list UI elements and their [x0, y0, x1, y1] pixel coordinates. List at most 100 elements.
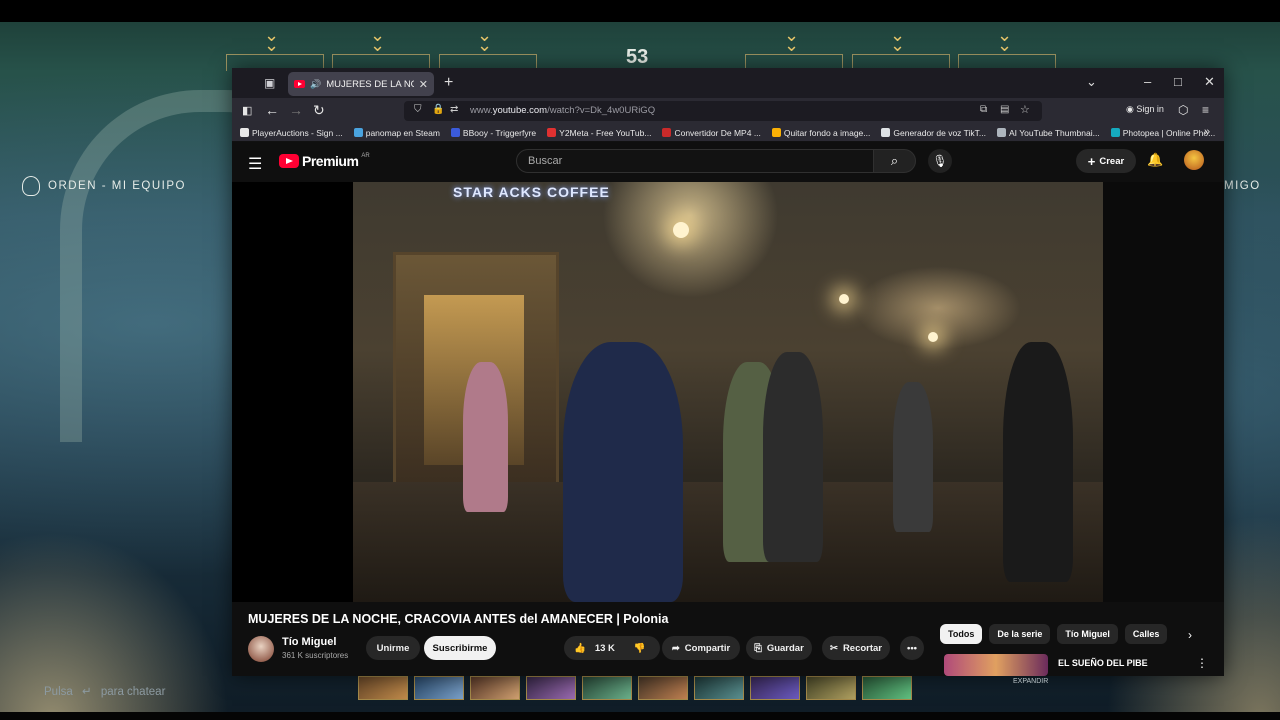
- champion-icon[interactable]: [750, 676, 800, 700]
- expand-label[interactable]: EXPANDIR: [1013, 678, 1048, 685]
- video-player[interactable]: STAR ACKS COFFEE: [232, 182, 1224, 602]
- menu-icon[interactable]: ≡: [1202, 103, 1209, 117]
- champion-icon[interactable]: [582, 676, 632, 700]
- tab-list-icon[interactable]: ▣: [264, 76, 278, 90]
- join-button[interactable]: Unirme: [366, 636, 420, 660]
- close-tab-icon[interactable]: ✕: [419, 78, 428, 91]
- bookmark-item[interactable]: Y2Meta - Free YouTub...: [547, 128, 651, 138]
- address-bar[interactable]: ⛉ 🔒 ⇄ www.youtube.com/watch?v=Dk_4w0URiG…: [404, 101, 1042, 121]
- chat-hint[interactable]: Pulsa ↵ para chatear: [44, 684, 165, 698]
- close-window-icon[interactable]: ✕: [1204, 74, 1215, 90]
- bookmark-item[interactable]: AI YouTube Thumbnai...: [996, 127, 1100, 138]
- voice-search-button[interactable]: 🎙: [928, 149, 952, 173]
- subscribe-button[interactable]: Suscribirme: [424, 636, 496, 660]
- share-label: Compartir: [684, 642, 731, 654]
- team-label: ORDEN - MI EQUIPO: [22, 176, 186, 196]
- filter-chip[interactable]: De la serie: [989, 624, 1051, 644]
- shield-icon[interactable]: ⛉: [414, 104, 422, 115]
- share-button[interactable]: ➦ Compartir: [662, 636, 740, 660]
- tab-youtube[interactable]: 🔊 MUJERES DE LA NOCHE, C ✕: [288, 72, 434, 96]
- subscribe-label: Suscribirme: [432, 642, 488, 654]
- recommended-thumbnail[interactable]: [944, 654, 1048, 676]
- scissors-icon: ✂: [829, 642, 838, 654]
- title-bar: ▣ 🔊 MUJERES DE LA NOCHE, C ✕ + ⌄ – □ ✕: [232, 68, 1224, 98]
- bookmark-favicon-icon: [240, 128, 249, 137]
- chevron-down-icon: ⌄ ⌄: [997, 25, 1012, 55]
- url-text[interactable]: www.youtube.com/watch?v=Dk_4w0URiGQ: [470, 105, 655, 116]
- create-button[interactable]: + Crear: [1076, 149, 1136, 173]
- recommended-title[interactable]: EL SUEÑO DEL PIBE: [1058, 658, 1148, 668]
- chevron-down-icon[interactable]: ⌄: [1086, 74, 1097, 90]
- bookmark-item[interactable]: panomap en Steam: [353, 128, 440, 138]
- youtube-premium-logo[interactable]: Premium AR: [279, 153, 370, 169]
- lock-icon[interactable]: 🔒: [432, 104, 444, 115]
- bookmark-item[interactable]: BBooy - Triggerfyre: [450, 127, 537, 138]
- champion-icon[interactable]: [806, 676, 856, 700]
- chevron-down-icon: ⌄ ⌄: [784, 25, 799, 55]
- more-vertical-icon[interactable]: ⋮: [1196, 656, 1208, 670]
- minimize-icon[interactable]: –: [1144, 74, 1151, 89]
- thumbs-up-icon[interactable]: 👍: [574, 643, 586, 654]
- bookmark-label: AI YouTube Thumbnai...: [1008, 127, 1100, 138]
- search-button[interactable]: ⌕: [873, 149, 916, 173]
- taskbar: [0, 712, 1280, 720]
- champion-icon[interactable]: [470, 676, 520, 700]
- chip-bar: Todos De la serie Tío Miguel Calles: [940, 624, 1168, 644]
- sidebar-icon[interactable]: ◧: [242, 104, 252, 117]
- reload-icon[interactable]: ↻: [313, 102, 325, 119]
- tab-title: MUJERES DE LA NOCHE, C: [326, 78, 414, 90]
- bookmark-label: Photopea | Online Pho...: [1122, 127, 1216, 138]
- channel-name[interactable]: Tío Miguel: [282, 636, 336, 648]
- picture-in-picture-icon[interactable]: ⧉: [980, 104, 987, 115]
- reader-mode-icon[interactable]: ▤: [1000, 104, 1009, 115]
- bookmark-item[interactable]: PlayerAuctions - Sign ...: [240, 128, 343, 138]
- champion-icon[interactable]: [358, 676, 408, 700]
- recommended-video[interactable]: EL SUEÑO DEL PIBE ⋮: [944, 652, 1208, 676]
- search-input[interactable]: Buscar: [516, 149, 874, 173]
- bookmark-item[interactable]: Generador de voz TikT...: [881, 128, 986, 138]
- speaker-icon[interactable]: 🔊: [310, 79, 321, 90]
- champion-icon[interactable]: [526, 676, 576, 700]
- thumbs-down-icon[interactable]: 👎: [634, 643, 646, 654]
- new-tab-icon[interactable]: +: [444, 74, 453, 92]
- hamburger-menu-icon[interactable]: ☰: [248, 154, 262, 174]
- video-frame[interactable]: STAR ACKS COFFEE: [353, 182, 1103, 602]
- bookmark-item[interactable]: Quitar fondo a image...: [771, 128, 870, 138]
- bookmarks-bar: PlayerAuctions - Sign ... panomap en Stea…: [232, 124, 1224, 142]
- sign-in-button[interactable]: ◉ Sign in: [1126, 104, 1164, 115]
- maximize-icon[interactable]: □: [1174, 74, 1182, 89]
- clip-button[interactable]: ✂ Recortar: [822, 636, 890, 660]
- forward-icon[interactable]: →: [289, 102, 303, 118]
- extensions-icon[interactable]: ⬡: [1178, 103, 1188, 117]
- filter-chip[interactable]: Tío Miguel: [1057, 624, 1118, 644]
- filter-chip[interactable]: Calles: [1124, 624, 1168, 644]
- notifications-bell-icon[interactable]: 🔔: [1147, 152, 1163, 168]
- channel-avatar[interactable]: [248, 636, 274, 662]
- chevron-right-icon[interactable]: ›: [1188, 628, 1192, 642]
- bookmark-label: BBooy - Triggerfyre: [462, 127, 537, 138]
- chevron-down-icon: ⌄ ⌄: [477, 25, 492, 55]
- more-actions-button[interactable]: •••: [900, 636, 924, 660]
- street-lamp: [928, 332, 938, 342]
- bookmark-item[interactable]: Photopea | Online Pho...: [1110, 127, 1216, 138]
- like-dislike-group: 👍 13 K 👎: [564, 636, 660, 660]
- champion-icon[interactable]: [638, 676, 688, 700]
- url-domain: youtube.com: [492, 105, 548, 116]
- champion-icon[interactable]: [694, 676, 744, 700]
- save-button[interactable]: ⎘ Guardar: [746, 636, 812, 660]
- back-icon[interactable]: ←: [265, 102, 279, 118]
- filter-chip[interactable]: Todos: [940, 624, 983, 644]
- person: [463, 362, 508, 512]
- avatar[interactable]: [1184, 150, 1204, 170]
- street-lamp: [673, 222, 689, 238]
- champion-icon[interactable]: [414, 676, 464, 700]
- team-label-text: ORDEN - MI EQUIPO: [48, 180, 186, 192]
- bookmark-star-icon[interactable]: ☆: [1020, 103, 1030, 116]
- more-bookmarks-icon[interactable]: »: [1204, 126, 1210, 138]
- champion-icon[interactable]: [862, 676, 912, 700]
- bookmark-label: PlayerAuctions - Sign ...: [252, 127, 343, 138]
- like-count[interactable]: 13 K: [595, 643, 615, 654]
- permissions-icon[interactable]: ⇄: [450, 104, 458, 115]
- chevron-down-icon: ⌄ ⌄: [264, 25, 279, 55]
- bookmark-item[interactable]: Convertidor De MP4 ...: [662, 128, 761, 138]
